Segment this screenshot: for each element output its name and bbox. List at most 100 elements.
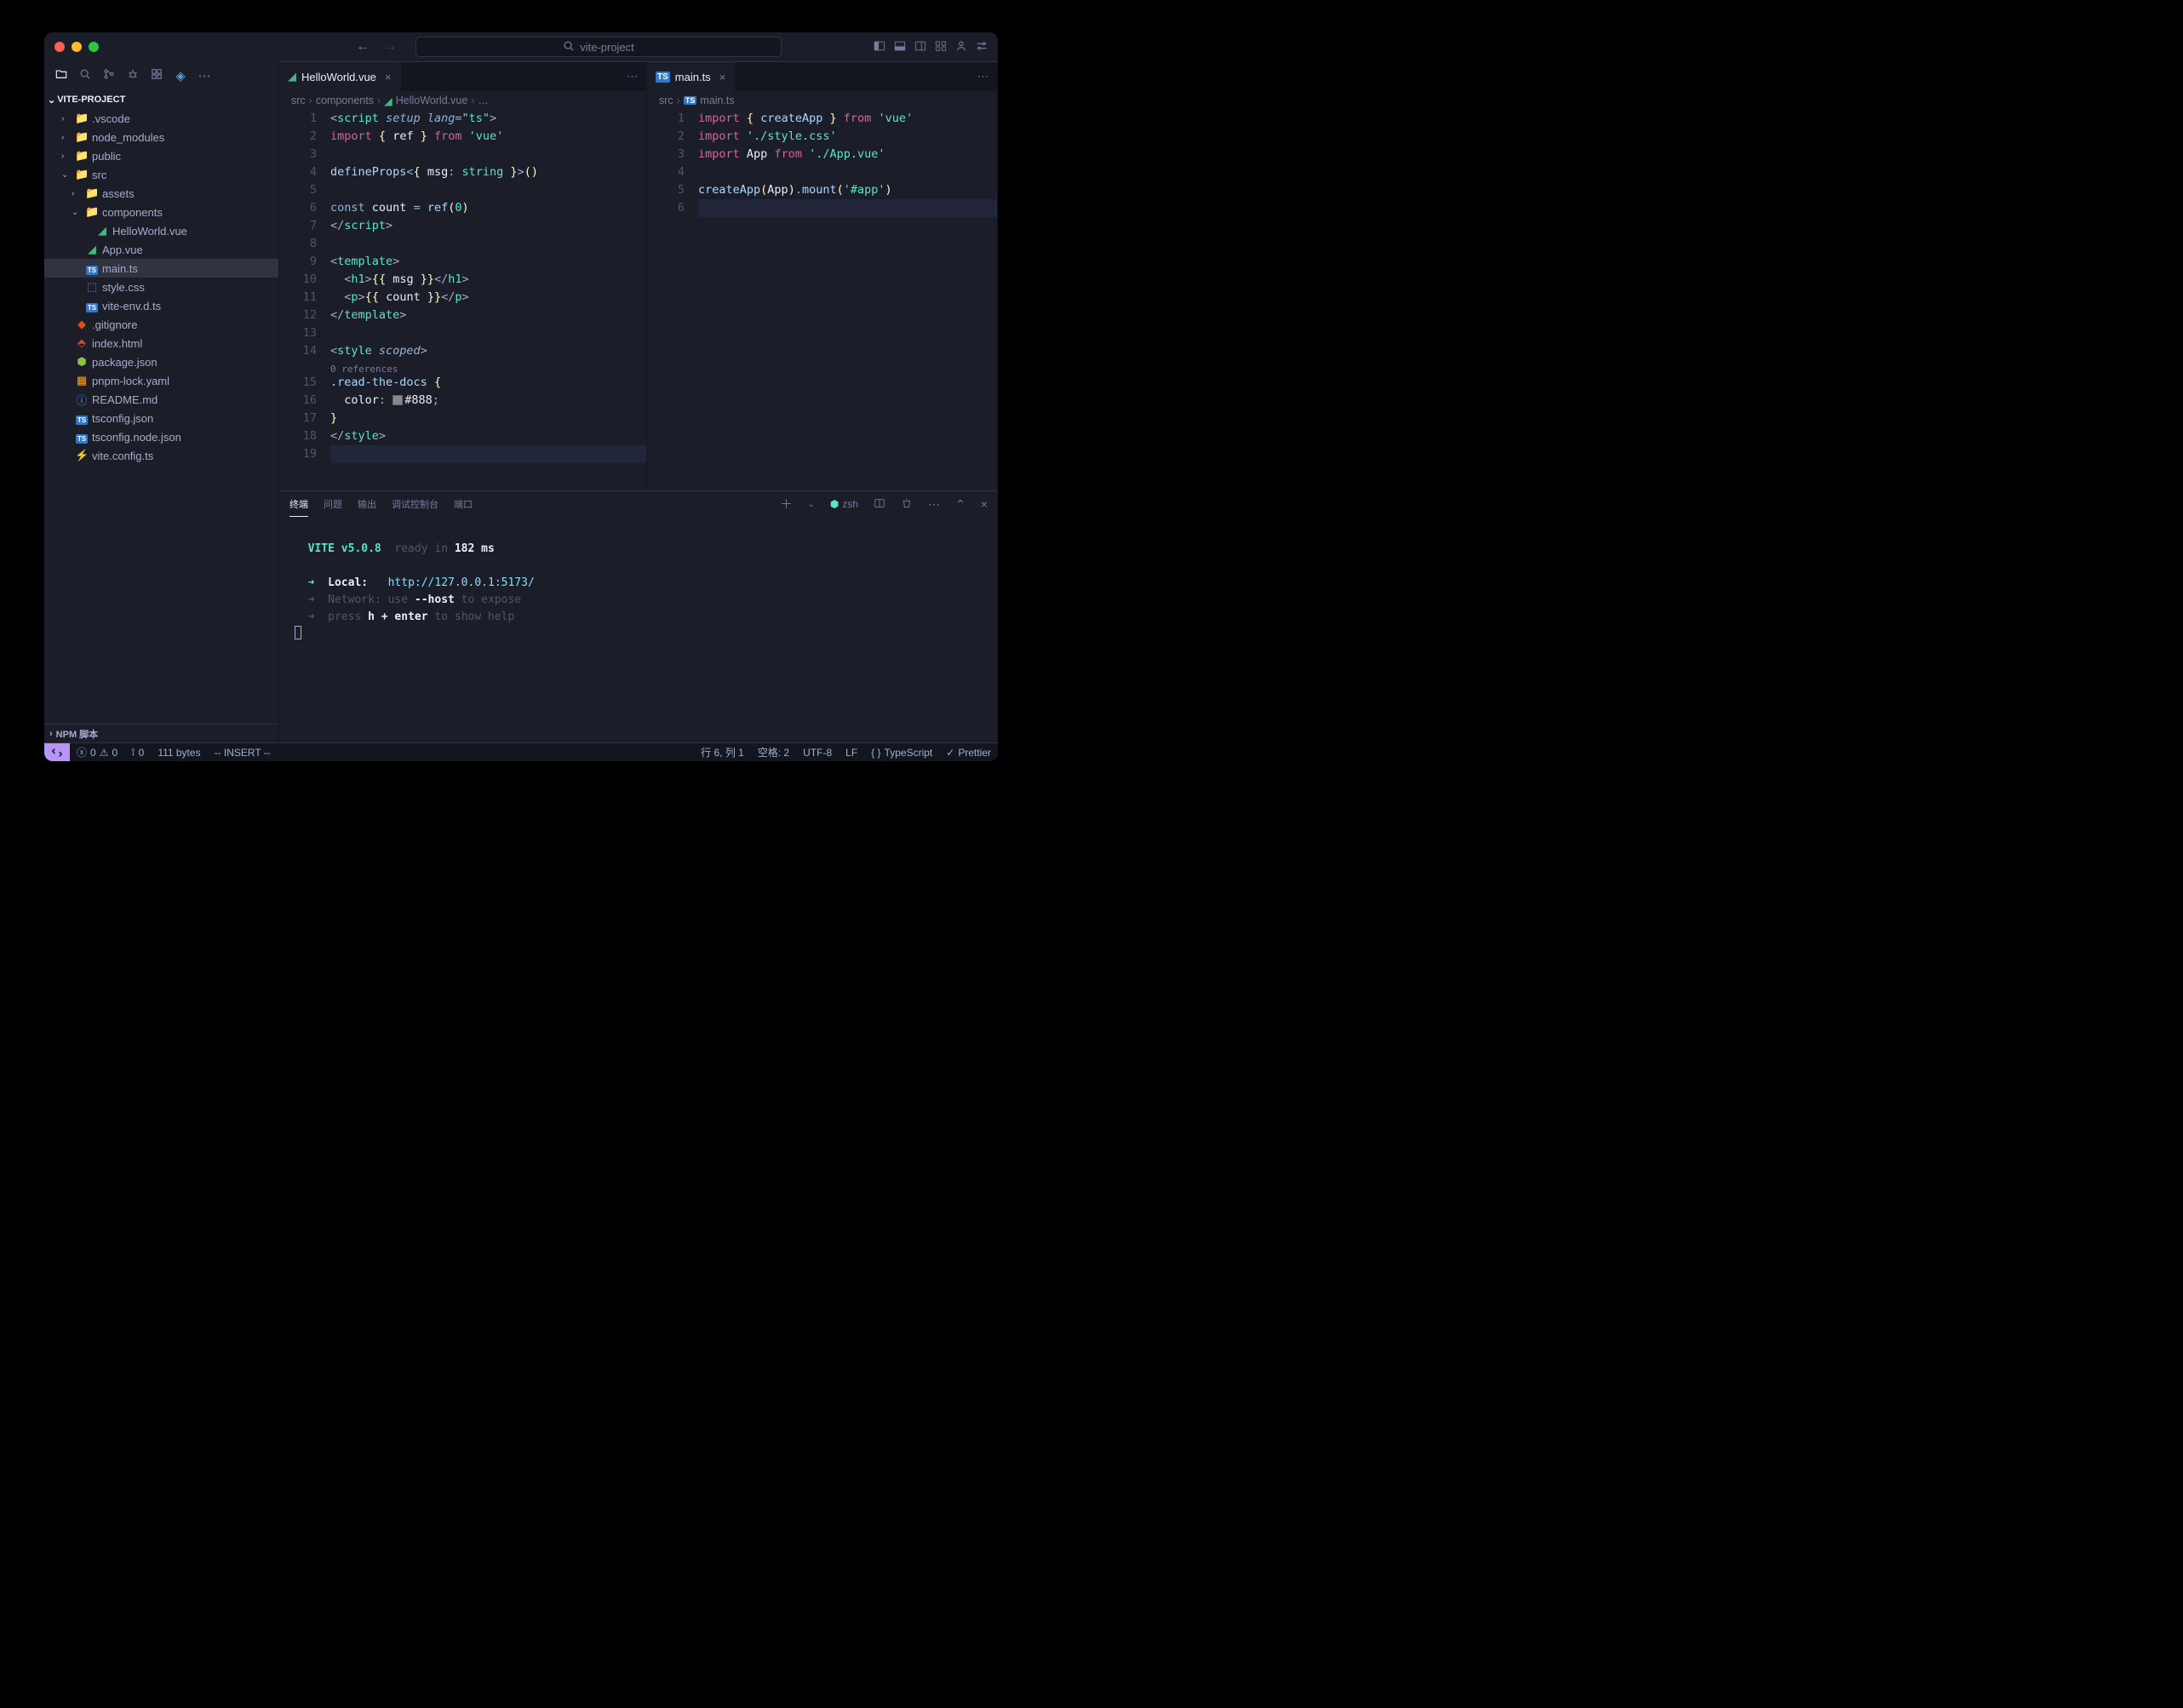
- tree-item-main-ts[interactable]: TSmain.ts: [44, 259, 278, 278]
- status-errors[interactable]: ⓧ0 ⚠0: [70, 745, 124, 759]
- nav-forward-button[interactable]: →: [380, 37, 400, 56]
- file-label: node_modules: [92, 131, 164, 144]
- error-icon: ⓧ: [77, 745, 87, 759]
- tree-item-index-html[interactable]: ⬘index.html: [44, 334, 278, 352]
- breadcrumb-right[interactable]: src› TS main.ts: [647, 91, 997, 110]
- toggle-primary-sidebar-icon[interactable]: [874, 40, 885, 54]
- more-icon[interactable]: ⋯: [194, 68, 215, 83]
- status-formatter[interactable]: ✓Prettier: [939, 747, 998, 759]
- extensions-icon[interactable]: [146, 68, 167, 83]
- status-bytes[interactable]: 111 bytes: [151, 747, 207, 759]
- panel-more-icon[interactable]: ⋯: [928, 497, 940, 512]
- panel-tab-ports[interactable]: 端口: [454, 492, 473, 516]
- terminal-output[interactable]: VITE v5.0.8 ready in 182 ms ➜ Local: htt…: [279, 517, 998, 742]
- search-icon: [563, 40, 575, 54]
- editor-more-icon[interactable]: ⋯: [977, 70, 988, 83]
- tree-item-HelloWorld-vue[interactable]: ◢HelloWorld.vue: [44, 221, 278, 240]
- file-icon: ◆: [75, 318, 89, 331]
- file-label: style.css: [102, 281, 145, 294]
- toggle-panel-icon[interactable]: [894, 40, 906, 54]
- maximize-window-button[interactable]: [89, 42, 99, 52]
- command-center[interactable]: vite-project: [415, 37, 782, 57]
- file-label: src: [92, 169, 106, 181]
- tree-item-public[interactable]: ›📁public: [44, 146, 278, 165]
- remote-indicator[interactable]: [44, 743, 70, 761]
- panel-tab-problems[interactable]: 问题: [324, 492, 342, 516]
- file-icon: ⓘ: [75, 392, 89, 408]
- maximize-panel-icon[interactable]: ⌃: [955, 497, 965, 512]
- tree-item-tsconfig-node-json[interactable]: TStsconfig.node.json: [44, 427, 278, 446]
- source-control-icon[interactable]: [99, 68, 119, 83]
- explorer-header[interactable]: ⌄ VITE-PROJECT: [44, 90, 278, 109]
- file-icon: ◢: [85, 243, 99, 256]
- file-icon: 📁: [75, 112, 89, 125]
- sidebar-actions: ◈ ⋯: [44, 61, 278, 90]
- new-terminal-icon[interactable]: ＋: [781, 496, 793, 513]
- file-label: HelloWorld.vue: [112, 225, 187, 238]
- codelens[interactable]: 0 references: [330, 360, 646, 374]
- tree-item-node_modules[interactable]: ›📁node_modules: [44, 128, 278, 146]
- chevron-icon: ›: [72, 189, 82, 198]
- shell-indicator[interactable]: ⬢zsh: [830, 498, 858, 510]
- status-cursor-position[interactable]: 行 6, 列 1: [694, 745, 751, 759]
- tree-item-components[interactable]: ⌄📁components: [44, 203, 278, 221]
- tree-item-assets[interactable]: ›📁assets: [44, 184, 278, 203]
- tree-item-App-vue[interactable]: ◢App.vue: [44, 240, 278, 259]
- tree-item-pnpm-lock-yaml[interactable]: ▦pnpm-lock.yaml: [44, 371, 278, 390]
- settings-icon[interactable]: [976, 40, 988, 54]
- minimize-window-button[interactable]: [72, 42, 82, 52]
- file-icon: ⚡: [75, 449, 89, 462]
- panel-tab-terminal[interactable]: 终端: [289, 492, 308, 517]
- tree-item-README-md[interactable]: ⓘREADME.md: [44, 390, 278, 409]
- editor-more-icon[interactable]: ⋯: [627, 70, 638, 83]
- sidebar: ◈ ⋯ ⌄ VITE-PROJECT ›📁.vscode›📁node_modul…: [44, 61, 279, 742]
- search-sidebar-icon[interactable]: [75, 68, 95, 83]
- status-radio[interactable]: ⟟0: [124, 746, 151, 759]
- tree-item-src[interactable]: ⌄📁src: [44, 165, 278, 184]
- close-panel-icon[interactable]: ×: [981, 497, 988, 511]
- status-eol[interactable]: LF: [839, 747, 864, 759]
- titlebar: ← → vite-project: [44, 32, 998, 61]
- kill-terminal-icon[interactable]: [901, 497, 913, 512]
- toggle-secondary-sidebar-icon[interactable]: [914, 40, 926, 54]
- split-terminal-icon[interactable]: [874, 497, 885, 512]
- panel-tab-output[interactable]: 输出: [358, 492, 376, 516]
- vue-icon: ◢: [288, 70, 296, 83]
- tab-helloworld[interactable]: ◢ HelloWorld.vue ×: [279, 62, 401, 91]
- status-language[interactable]: { }TypeScript: [864, 747, 939, 759]
- file-icon: 📁: [75, 130, 89, 144]
- debug-icon[interactable]: [123, 68, 143, 83]
- nav-back-button[interactable]: ←: [352, 37, 373, 56]
- tab-main-ts[interactable]: TS main.ts ×: [647, 62, 735, 91]
- close-window-button[interactable]: [54, 42, 65, 52]
- tree-item-vite-env-d-ts[interactable]: TSvite-env.d.ts: [44, 296, 278, 315]
- tree-item--gitignore[interactable]: ◆.gitignore: [44, 315, 278, 334]
- tree-item-package-json[interactable]: ⬢package.json: [44, 352, 278, 371]
- status-encoding[interactable]: UTF-8: [796, 747, 839, 759]
- npm-scripts-header[interactable]: › NPM 脚本: [44, 724, 278, 742]
- explorer-icon[interactable]: [51, 68, 72, 83]
- tree-item--vscode[interactable]: ›📁.vscode: [44, 109, 278, 128]
- file-label: components: [102, 206, 163, 219]
- panel-tab-debug-console[interactable]: 调试控制台: [392, 492, 438, 516]
- breadcrumb-left[interactable]: src› components› ◢ HelloWorld.vue› …: [279, 91, 646, 110]
- customize-layout-icon[interactable]: [935, 40, 947, 54]
- status-indentation[interactable]: 空格: 2: [751, 745, 796, 759]
- file-icon: TS: [75, 431, 89, 444]
- close-tab-icon[interactable]: ×: [719, 71, 726, 83]
- editor-group-right: TS main.ts × ⋯ src› TS main.ts: [647, 62, 998, 490]
- code-editor-left[interactable]: 12345678910111213141516171819 <script se…: [279, 110, 646, 490]
- code-editor-right[interactable]: 123456 import { createApp } from 'vue'im…: [647, 110, 997, 490]
- panel: 终端 问题 输出 调试控制台 端口 ＋ ⌄ ⬢zsh ⋯ ⌃ × VITE v5…: [279, 490, 998, 742]
- tree-item-vite-config-ts[interactable]: ⚡vite.config.ts: [44, 446, 278, 465]
- accounts-icon[interactable]: [955, 40, 967, 54]
- tree-item-style-css[interactable]: ⬚style.css: [44, 278, 278, 296]
- check-icon: ✓: [946, 747, 954, 759]
- docker-icon[interactable]: ◈: [170, 68, 191, 83]
- chevron-icon: ›: [61, 152, 72, 161]
- close-tab-icon[interactable]: ×: [385, 71, 392, 83]
- chevron-icon: ›: [61, 133, 72, 142]
- terminal-dropdown-icon[interactable]: ⌄: [808, 500, 815, 509]
- tree-item-tsconfig-json[interactable]: TStsconfig.json: [44, 409, 278, 427]
- tab-label: main.ts: [675, 71, 711, 83]
